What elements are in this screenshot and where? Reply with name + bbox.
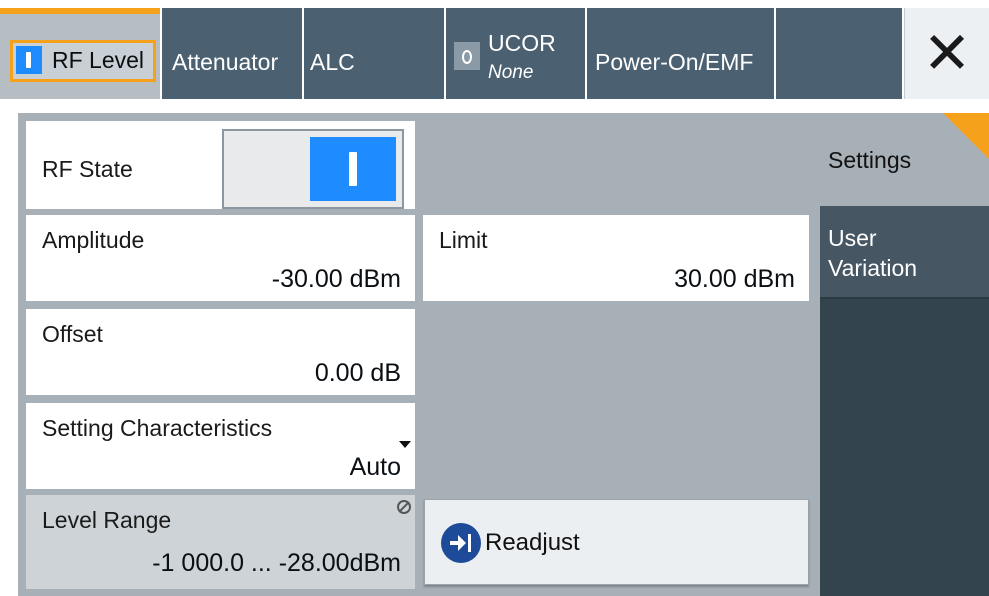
limit-field[interactable]: Limit 30.00 dBm (423, 215, 809, 301)
readjust-label: Readjust (485, 529, 580, 556)
side-tab-settings[interactable]: Settings (820, 113, 989, 206)
limit-label: Limit (439, 227, 488, 253)
settings-panel: RF State Amplitude -30.00 dBm Limit 30.0… (18, 113, 989, 596)
tab-alc[interactable]: ALC (304, 8, 444, 99)
rf-on-indicator-icon (16, 46, 42, 74)
rf-level-dialog: RF Level Attenuator ALC UCOR None Power-… (0, 0, 989, 596)
close-icon: ✕ (922, 20, 972, 86)
tab-alc-label: ALC (310, 49, 355, 75)
level-range-field: Level Range -1 000.0 ... -28.00dBm (26, 495, 415, 589)
toggle-knob (310, 137, 396, 201)
ucor-off-indicator-icon (454, 42, 480, 70)
tab-ucor-label: UCOR (488, 30, 556, 56)
tab-attenuator-label: Attenuator (172, 49, 279, 75)
rf-state-field: RF State (26, 121, 415, 209)
tab-rf-level[interactable]: RF Level (0, 8, 160, 99)
rf-state-toggle[interactable] (222, 129, 404, 209)
setting-characteristics-value: Auto (349, 453, 401, 481)
setting-characteristics-dropdown[interactable]: Setting Characteristics Auto (26, 403, 415, 489)
amplitude-label: Amplitude (42, 227, 145, 253)
close-button[interactable]: ✕ (904, 8, 989, 99)
tab-power-on-emf[interactable]: Power-On/EMF (587, 8, 774, 99)
side-tab-settings-label: Settings (828, 147, 912, 173)
amplitude-value: -30.00 dBm (271, 265, 401, 293)
active-corner-marker (943, 113, 989, 159)
tab-rf-level-label: RF Level (52, 47, 145, 73)
offset-label: Offset (42, 321, 103, 347)
tab-ucor[interactable]: UCOR None (446, 8, 585, 99)
limit-value: 30.00 dBm (674, 265, 795, 293)
dropdown-arrow-icon (399, 441, 411, 448)
offset-value: 0.00 dB (314, 359, 401, 387)
tab-power-on-emf-label: Power-On/EMF (595, 49, 754, 75)
amplitude-field[interactable]: Amplitude -30.00 dBm (26, 215, 415, 301)
rf-state-label: RF State (42, 156, 133, 182)
tab-attenuator[interactable]: Attenuator (162, 8, 302, 99)
level-range-value: -1 000.0 ... -28.00dBm (152, 549, 401, 577)
tab-bar: RF Level Attenuator ALC UCOR None Power-… (0, 0, 989, 100)
side-tab-user-variation-label: User Variation (828, 225, 918, 281)
level-range-label: Level Range (42, 507, 172, 533)
readjust-icon (441, 523, 481, 563)
readjust-button[interactable]: Readjust (424, 499, 809, 585)
tab-ucor-sublabel: None (488, 62, 534, 83)
read-only-icon (397, 500, 411, 514)
offset-field[interactable]: Offset 0.00 dB (26, 309, 415, 395)
side-tab-user-variation[interactable]: User Variation (820, 206, 989, 299)
tab-empty (776, 8, 902, 99)
setting-characteristics-label: Setting Characteristics (42, 415, 273, 441)
side-panel: Settings User Variation (820, 113, 989, 596)
active-tab-indicator (0, 8, 160, 14)
